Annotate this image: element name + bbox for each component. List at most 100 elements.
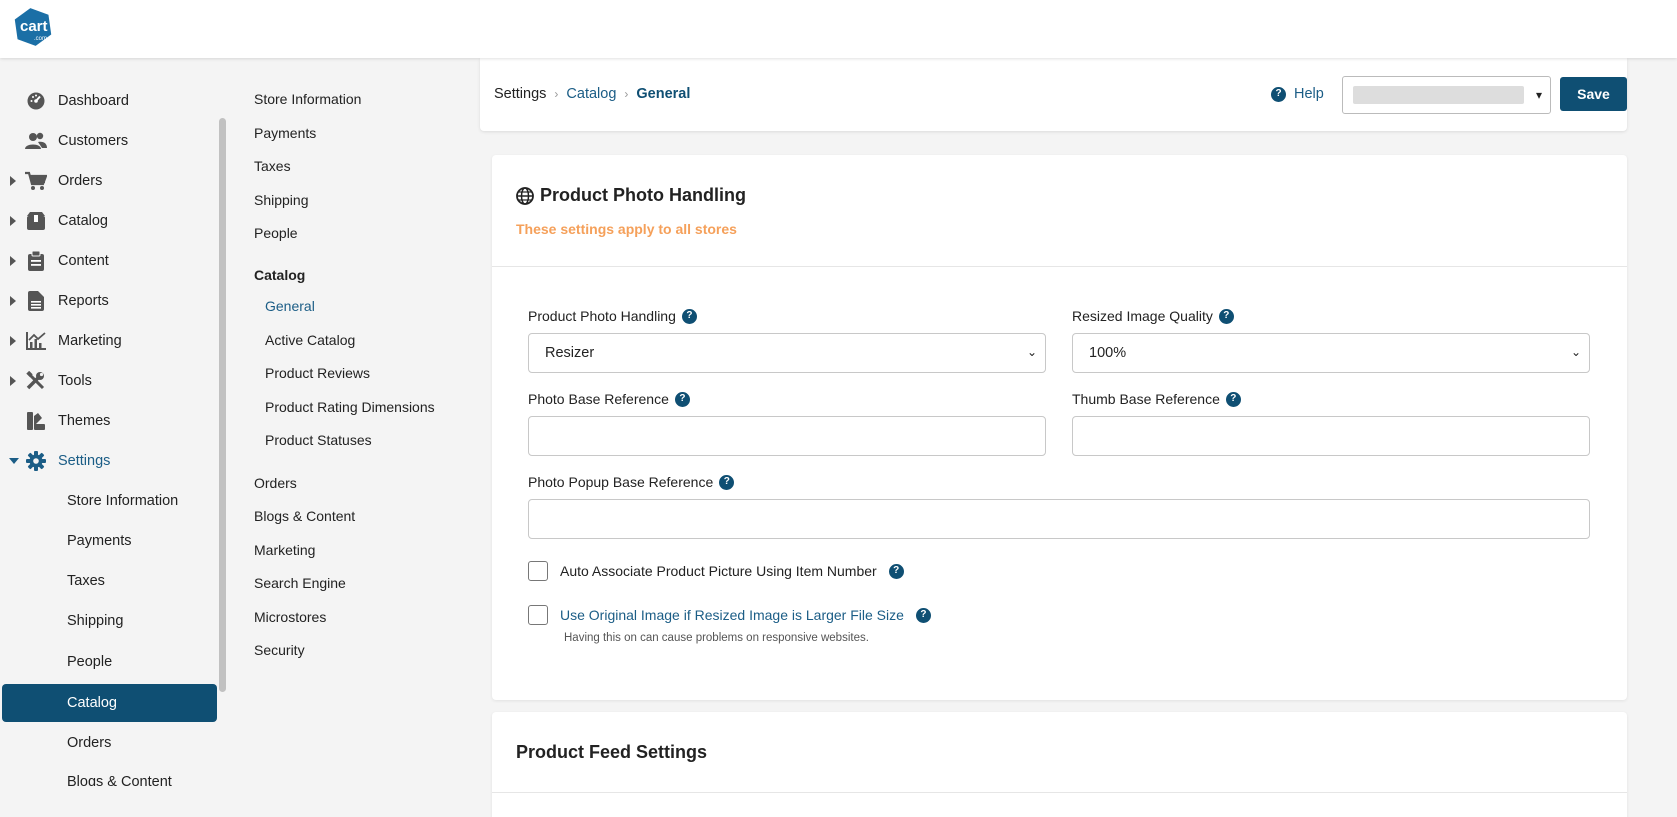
page-header: Settings › Catalog › General ? Help ▾ Sa… bbox=[480, 58, 1627, 131]
breadcrumb-catalog[interactable]: Catalog bbox=[566, 86, 616, 102]
field-label: Photo Popup Base Reference bbox=[528, 474, 714, 490]
use-original-checkbox[interactable] bbox=[528, 605, 548, 625]
sidebar-subitem-orders[interactable]: Orders bbox=[2, 724, 217, 762]
settings-nav-shipping[interactable]: Shipping bbox=[254, 192, 309, 208]
sidebar-subitem-label: Store Information bbox=[67, 493, 179, 509]
thumb-base-label: Thumb Base Reference ? bbox=[1072, 391, 1241, 407]
caret-right-icon bbox=[10, 376, 16, 386]
help-icon[interactable]: ? bbox=[719, 474, 735, 490]
sidebar-subitem-people[interactable]: People bbox=[2, 643, 217, 681]
settings-nav-marketing[interactable]: Marketing bbox=[254, 542, 315, 558]
settings-nav-product-statuses[interactable]: Product Statuses bbox=[265, 432, 372, 448]
settings-nav-search-engine[interactable]: Search Engine bbox=[254, 575, 346, 591]
sidebar-subitem-label: Blogs & Content bbox=[67, 774, 172, 786]
settings-nav-taxes[interactable]: Taxes bbox=[254, 158, 291, 174]
customers-icon bbox=[25, 130, 47, 152]
sidebar-item-reports[interactable]: Reports bbox=[0, 283, 217, 319]
sidebar-item-label: Dashboard bbox=[58, 93, 129, 109]
settings-nav-store-information[interactable]: Store Information bbox=[254, 91, 361, 107]
help-icon[interactable]: ? bbox=[681, 308, 697, 324]
gear-icon bbox=[25, 450, 47, 472]
save-button[interactable]: Save bbox=[1560, 77, 1627, 111]
sidebar-item-content[interactable]: Content bbox=[0, 243, 217, 279]
panel-subtitle: These settings apply to all stores bbox=[516, 221, 737, 237]
help-icon[interactable]: ? bbox=[674, 391, 690, 407]
sidebar-item-label: Customers bbox=[58, 133, 129, 149]
thumb-base-input[interactable] bbox=[1072, 416, 1590, 456]
help-icon[interactable]: ? bbox=[888, 563, 904, 579]
product-feed-panel: Product Feed Settings bbox=[492, 712, 1627, 817]
settings-nav-payments[interactable]: Payments bbox=[254, 125, 316, 141]
help-icon[interactable]: ? bbox=[915, 607, 931, 623]
popup-base-input[interactable] bbox=[528, 499, 1590, 539]
auto-associate-row: Auto Associate Product Picture Using Ite… bbox=[528, 561, 904, 581]
sidebar-subitem-label: Orders bbox=[67, 735, 112, 751]
photo-base-input[interactable] bbox=[528, 416, 1046, 456]
sidebar-item-label: Tools bbox=[58, 373, 92, 389]
field-label: Photo Base Reference bbox=[528, 391, 669, 407]
sidebar-item-tools[interactable]: Tools bbox=[0, 363, 217, 399]
settings-nav-general[interactable]: General bbox=[265, 298, 315, 314]
help-link[interactable]: ? Help bbox=[1271, 86, 1324, 102]
sidebar-subitem-shipping[interactable]: Shipping bbox=[2, 602, 217, 640]
chevron-right-icon: › bbox=[554, 87, 559, 101]
sidebar-item-marketing[interactable]: Marketing bbox=[0, 323, 217, 359]
store-select-value bbox=[1353, 86, 1524, 104]
image-quality-select[interactable]: 100% ⌄ bbox=[1072, 333, 1590, 373]
field-label: Thumb Base Reference bbox=[1072, 391, 1220, 407]
photo-handling-label: Product Photo Handling ? bbox=[528, 308, 697, 324]
settings-nav-people[interactable]: People bbox=[254, 225, 298, 241]
sidebar-subitem-blogs-content[interactable]: Blogs & Content bbox=[2, 764, 217, 786]
globe-icon bbox=[516, 186, 534, 205]
sidebar-subitem-payments[interactable]: Payments bbox=[2, 522, 217, 560]
settings-nav-active-catalog[interactable]: Active Catalog bbox=[265, 332, 355, 348]
top-bar: cart .com bbox=[0, 0, 1677, 58]
help-icon: ? bbox=[1271, 86, 1286, 102]
sidebar-item-label: Reports bbox=[58, 293, 109, 309]
themes-icon bbox=[25, 410, 47, 432]
sidebar-item-label: Settings bbox=[58, 453, 111, 469]
auto-associate-checkbox[interactable] bbox=[528, 561, 548, 581]
sidebar-subitem-catalog[interactable]: Catalog bbox=[2, 684, 217, 722]
checkbox-label[interactable]: Use Original Image if Resized Image is L… bbox=[560, 607, 904, 623]
settings-nav-security[interactable]: Security bbox=[254, 642, 305, 658]
settings-nav-orders[interactable]: Orders bbox=[254, 475, 297, 491]
breadcrumb-settings[interactable]: Settings bbox=[494, 86, 546, 102]
checkbox-label[interactable]: Auto Associate Product Picture Using Ite… bbox=[560, 563, 877, 579]
main-sidebar: Dashboard Customers Orders Catalog Conte… bbox=[0, 58, 227, 817]
sidebar-subitem-store-information[interactable]: Store Information bbox=[2, 482, 217, 520]
sidebar-subitem-taxes[interactable]: Taxes bbox=[2, 562, 217, 600]
settings-nav-product-rating-dimensions[interactable]: Product Rating Dimensions bbox=[265, 399, 435, 415]
settings-nav-product-reviews[interactable]: Product Reviews bbox=[265, 365, 370, 381]
divider bbox=[492, 266, 1627, 267]
sidebar-subitem-label: Catalog bbox=[67, 695, 117, 711]
photo-handling-select[interactable]: Resizer ⌄ bbox=[528, 333, 1046, 373]
sidebar-item-themes[interactable]: Themes bbox=[0, 403, 217, 439]
sidebar-item-customers[interactable]: Customers bbox=[0, 123, 217, 159]
sidebar-item-dashboard[interactable]: Dashboard bbox=[0, 83, 217, 119]
sidebar-subitem-label: Payments bbox=[67, 533, 132, 549]
settings-nav-microstores[interactable]: Microstores bbox=[254, 609, 326, 625]
help-icon[interactable]: ? bbox=[1218, 308, 1234, 324]
sidebar-item-label: Orders bbox=[58, 173, 103, 189]
panel-title-text: Product Feed Settings bbox=[516, 742, 708, 762]
caret-right-icon bbox=[10, 256, 16, 266]
store-select[interactable]: ▾ bbox=[1342, 76, 1551, 114]
sidebar-scrollbar[interactable] bbox=[219, 118, 226, 692]
sidebar-item-orders[interactable]: Orders bbox=[0, 163, 217, 199]
sidebar-item-catalog[interactable]: Catalog bbox=[0, 203, 217, 239]
caret-right-icon bbox=[10, 176, 16, 186]
help-icon[interactable]: ? bbox=[1225, 391, 1241, 407]
sidebar-item-label: Themes bbox=[58, 413, 111, 429]
help-label: Help bbox=[1294, 86, 1324, 102]
field-label: Product Photo Handling bbox=[528, 308, 676, 324]
svg-text:cart: cart bbox=[20, 18, 48, 35]
settings-nav-blogs-content[interactable]: Blogs & Content bbox=[254, 508, 355, 524]
sidebar-item-settings[interactable]: Settings bbox=[0, 443, 217, 479]
cart-logo[interactable]: cart .com bbox=[12, 6, 54, 48]
breadcrumb-general: General bbox=[636, 86, 691, 102]
settings-nav-catalog-heading[interactable]: Catalog bbox=[254, 267, 305, 283]
breadcrumb: Settings › Catalog › General bbox=[494, 86, 690, 102]
caret-right-icon bbox=[10, 216, 16, 226]
sidebar-item-label: Content bbox=[58, 253, 109, 269]
